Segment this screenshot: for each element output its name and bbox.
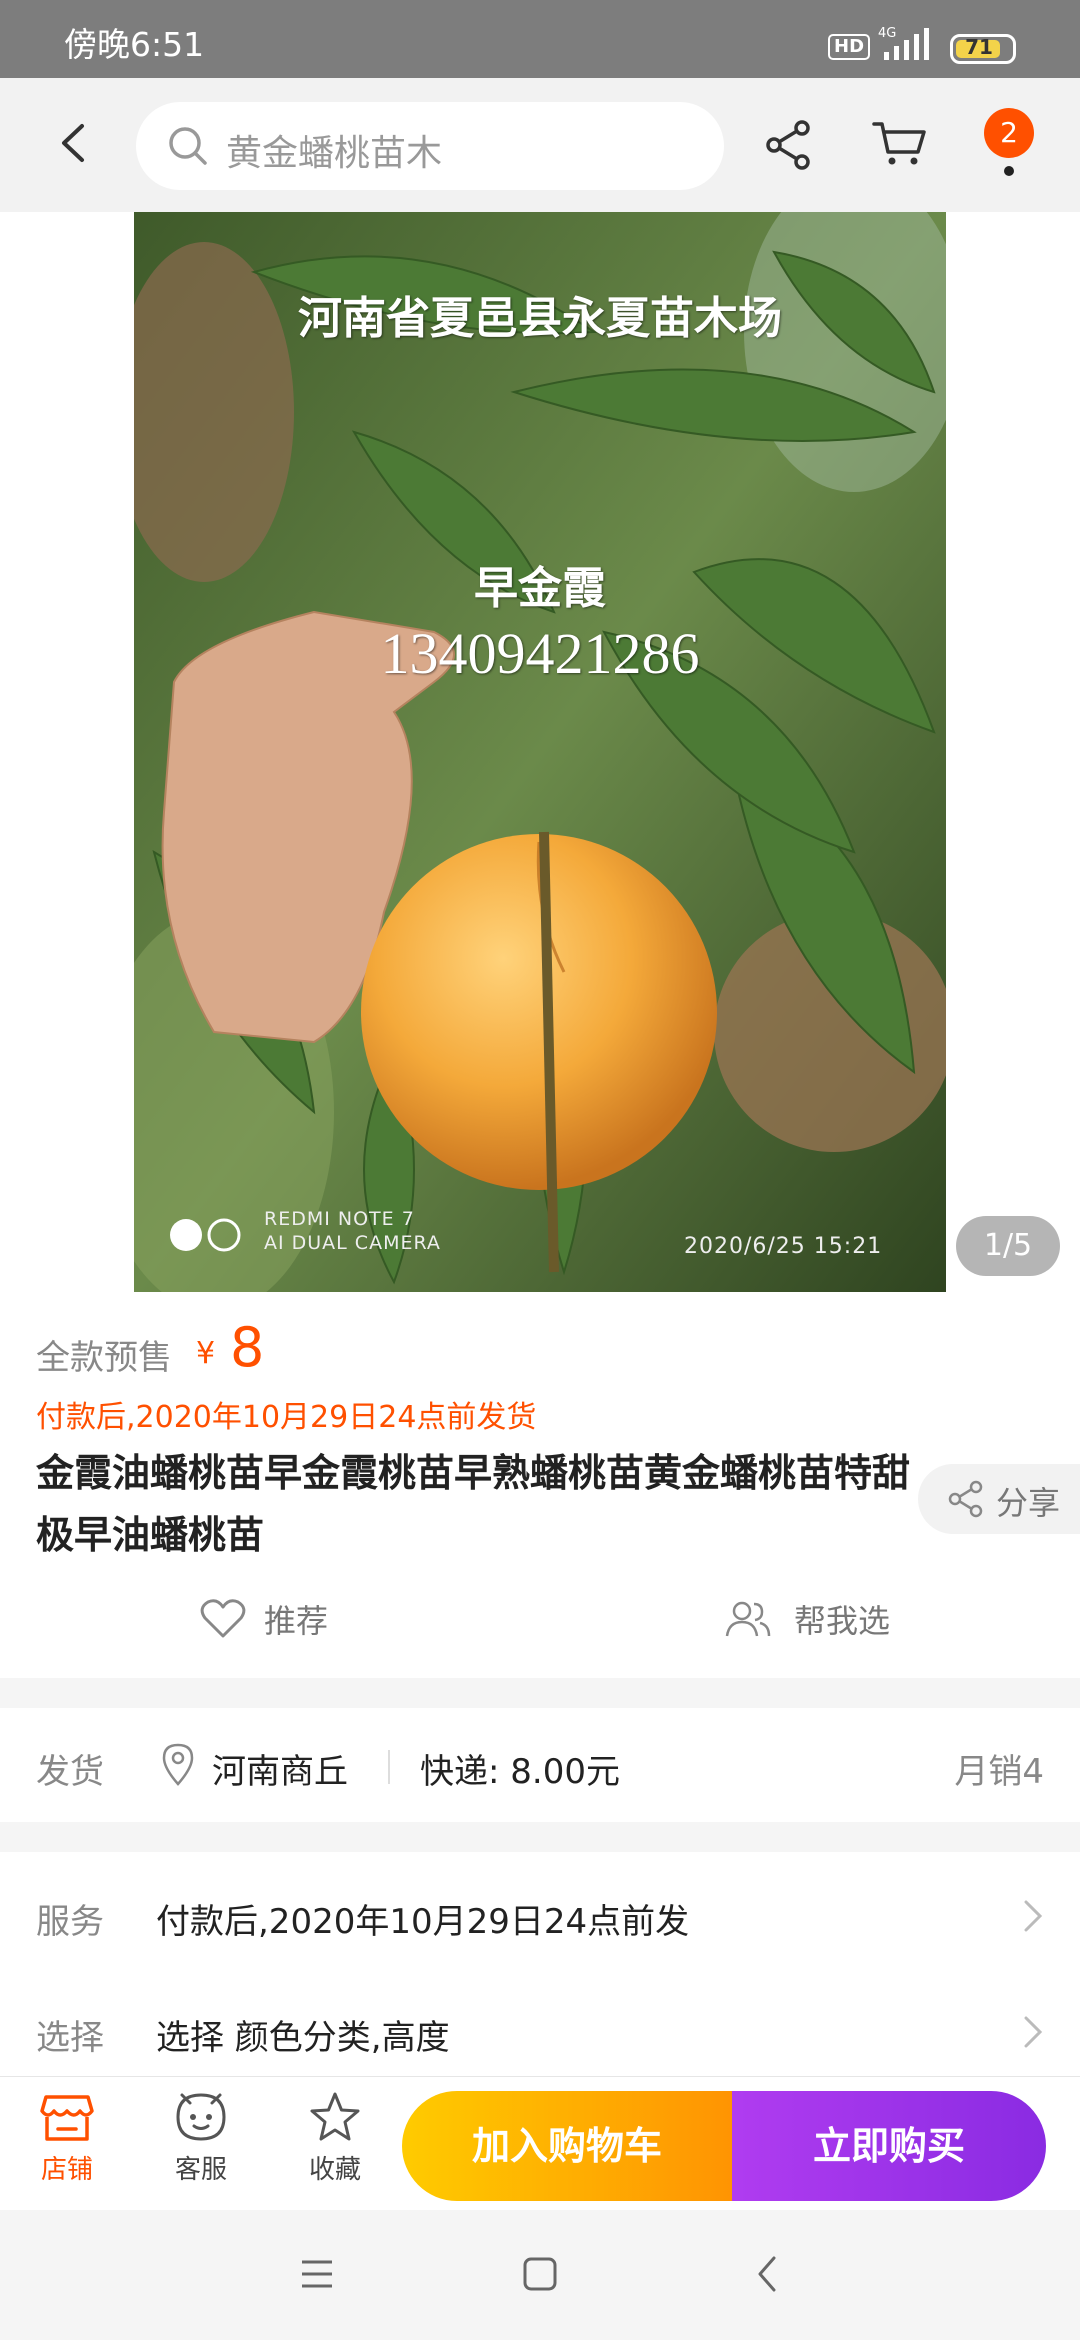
camera-watermark-icon — [170, 1218, 241, 1252]
select-label: 选择 — [36, 2018, 104, 2058]
more-menu-button[interactable]: 2 — [980, 106, 1036, 186]
product-title: 金霞油蟠桃苗早金霞桃苗早熟蟠桃苗黄金蟠桃苗特甜极早油蟠桃苗 — [36, 1451, 911, 1557]
system-nav-bar — [0, 2210, 1080, 2340]
monthly-sales: 月销4 — [954, 1752, 1044, 1792]
signal-icon: 4G — [878, 26, 929, 60]
more-dot-icon — [1004, 166, 1014, 176]
store-button[interactable]: 店铺 — [22, 2091, 112, 2201]
product-gallery[interactable]: 河南省夏邑县永夏苗木场 早金霞 13409421286 REDMI NOTE 7… — [0, 212, 1080, 1292]
top-nav-bar: 黄金蟠桃苗木 2 — [0, 78, 1080, 212]
service-label: 服务 — [36, 1902, 104, 1942]
hd-icon: HD — [828, 34, 871, 60]
search-icon — [169, 127, 207, 165]
menu-icon[interactable] — [298, 2254, 336, 2294]
customer-service-button[interactable]: 客服 — [156, 2091, 246, 2201]
buy-now-button[interactable]: 立即购买 — [732, 2091, 1046, 2201]
share-button[interactable]: 分享 — [918, 1464, 1080, 1534]
home-icon[interactable] — [520, 2254, 560, 2294]
battery-icon: 71 — [950, 34, 1016, 64]
chevron-right-icon — [1024, 2016, 1043, 2048]
star-icon — [310, 2092, 360, 2141]
store-icon — [40, 2095, 94, 2141]
system-back-icon[interactable] — [752, 2254, 782, 2294]
camera-label: AI DUAL CAMERA — [264, 1232, 441, 1254]
battery-level: 71 — [965, 35, 993, 59]
message-badge: 2 — [984, 108, 1034, 158]
product-info-card: 全款预售 ¥ 8 付款后,2020年10月29日24点前发货 金霞油蟠桃苗早金霞… — [0, 1292, 1080, 1678]
location-pin-icon — [162, 1743, 194, 1786]
service-value: 付款后,2020年10月29日24点前发 — [156, 1902, 690, 1942]
back-arrow-icon[interactable] — [50, 118, 100, 168]
watermark-nursery: 河南省夏邑县永夏苗木场 — [298, 293, 782, 344]
status-bar: 傍晚6:51 HD 4G 71 — [0, 0, 1080, 78]
favorite-button[interactable]: 收藏 — [290, 2091, 380, 2201]
share-icon[interactable] — [764, 118, 814, 172]
watermark-phone: 13409421286 — [380, 621, 700, 686]
gallery-pager: 1/5 — [956, 1216, 1060, 1276]
customer-service-icon — [176, 2093, 226, 2141]
customer-service-label: 客服 — [174, 2155, 227, 2185]
search-bar[interactable]: 黄金蟠桃苗木 — [136, 102, 724, 190]
favorite-label: 收藏 — [308, 2155, 361, 2185]
service-row[interactable]: 服务 付款后,2020年10月29日24点前发 — [0, 1864, 1080, 1964]
presale-label: 全款预售 — [36, 1338, 172, 1378]
ship-from-location: 河南商丘 — [212, 1752, 348, 1792]
search-placeholder: 黄金蟠桃苗木 — [226, 133, 443, 174]
select-value: 选择 颜色分类,高度 — [156, 2018, 450, 2058]
chevron-right-icon — [1024, 1900, 1043, 1932]
share-icon — [948, 1480, 983, 1518]
shipping-note: 付款后,2020年10月29日24点前发货 — [36, 1400, 537, 1435]
bottom-action-bar: 店铺 客服 收藏 加入购物车 立即购买 — [0, 2076, 1080, 2210]
store-label: 店铺 — [40, 2155, 93, 2185]
currency-symbol: ¥ — [196, 1336, 216, 1371]
camera-model: REDMI NOTE 7 — [264, 1208, 415, 1230]
status-time: 傍晚6:51 — [64, 25, 205, 64]
watermark-variety: 早金霞 — [474, 563, 606, 614]
add-to-cart-button[interactable]: 加入购物车 — [402, 2091, 732, 2201]
service-section: 服务 付款后,2020年10月29日24点前发 选择 选择 颜色分类,高度 — [0, 1852, 1080, 2076]
cart-icon[interactable] — [872, 118, 928, 168]
shipping-label: 发货 — [36, 1752, 104, 1792]
photo-timestamp: 2020/6/25 15:21 — [684, 1234, 883, 1259]
heart-icon — [200, 1599, 246, 1638]
recommend-label: 推荐 — [264, 1602, 329, 1640]
shipping-row[interactable]: 发货 河南商丘 快递: 8.00元 月销4 — [0, 1708, 1080, 1822]
express-fee: 快递: 8.00元 — [420, 1752, 620, 1792]
peach-photo-illustration — [134, 212, 946, 1292]
share-label: 分享 — [996, 1484, 1061, 1522]
camera-watermark: REDMI NOTE 7 AI DUAL CAMERA — [264, 1207, 441, 1255]
product-price: 8 — [230, 1316, 265, 1379]
product-photo[interactable]: 河南省夏邑县永夏苗木场 早金霞 13409421286 REDMI NOTE 7… — [134, 212, 946, 1292]
network-label: 4G — [878, 26, 896, 41]
people-icon — [725, 1601, 771, 1637]
help-choose-label: 帮我选 — [794, 1602, 891, 1640]
select-row[interactable]: 选择 选择 颜色分类,高度 — [0, 1980, 1080, 2080]
divider — [388, 1750, 390, 1784]
